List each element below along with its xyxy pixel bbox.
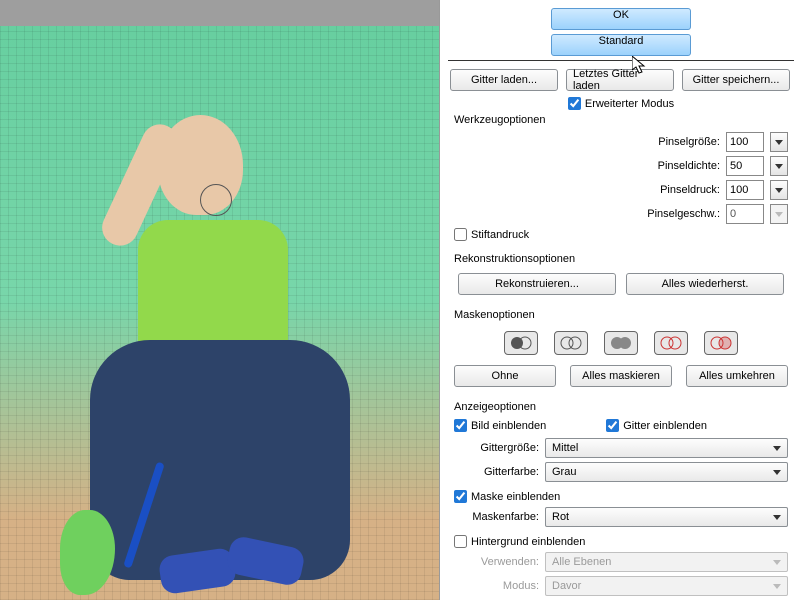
mask-none-button[interactable]: Ohne [454, 365, 556, 387]
brush-density-label: Pinseldichte: [625, 160, 720, 172]
preview-header [0, 0, 439, 26]
grid-color-select[interactable]: Grau [545, 462, 788, 482]
brush-size-dropdown[interactable] [770, 132, 788, 152]
reconstruct-button[interactable]: Rekonstruieren... [458, 273, 616, 295]
brush-density-input[interactable] [726, 156, 764, 176]
ok-button[interactable]: OK [551, 8, 691, 30]
advanced-mode-checkbox[interactable]: Erweiterter Modus [568, 97, 674, 110]
reconstruction-heading: Rekonstruktionsoptionen [448, 251, 794, 269]
brush-rate-dropdown [770, 204, 788, 224]
show-image-label: Bild einblenden [471, 420, 546, 432]
grid-load-button[interactable]: Gitter laden... [450, 69, 558, 91]
brush-cursor-circle [200, 184, 232, 216]
grid-size-label: Gittergröße: [454, 442, 539, 454]
preview-image[interactable] [0, 26, 439, 600]
standard-button[interactable]: Standard [551, 34, 691, 56]
show-grid-label: Gitter einblenden [623, 420, 707, 432]
pen-pressure-checkbox[interactable]: Stiftandruck [454, 228, 529, 241]
restore-all-button[interactable]: Alles wiederherst. [626, 273, 784, 295]
brush-rate-input [726, 204, 764, 224]
mask-mode-replace-icon[interactable] [504, 331, 538, 355]
show-mask-checkbox[interactable]: Maske einblenden [454, 490, 560, 503]
show-mask-label: Maske einblenden [471, 491, 560, 503]
mode-label: Modus: [454, 580, 539, 592]
display-options-heading: Anzeigeoptionen [448, 399, 794, 417]
grid-size-select[interactable]: Mittel [545, 438, 788, 458]
show-background-checkbox[interactable]: Hintergrund einblenden [454, 535, 585, 548]
grid-color-label: Gitterfarbe: [454, 466, 539, 478]
show-background-label: Hintergrund einblenden [471, 536, 585, 548]
preview-pane[interactable] [0, 0, 440, 600]
brush-pressure-label: Pinseldruck: [625, 184, 720, 196]
mask-options-heading: Maskenoptionen [448, 307, 794, 325]
brush-size-label: Pinselgröße: [625, 136, 720, 148]
advanced-mode-label: Erweiterter Modus [585, 98, 674, 110]
subject-silhouette [70, 80, 370, 600]
mask-mode-subtract-icon[interactable] [604, 331, 638, 355]
mask-invert-button[interactable]: Alles umkehren [686, 365, 788, 387]
mask-color-select[interactable]: Rot [545, 507, 788, 527]
use-label: Verwenden: [454, 556, 539, 568]
use-select: Alle Ebenen [545, 552, 788, 572]
grid-save-button[interactable]: Gitter speichern... [682, 69, 790, 91]
mask-mode-add-icon[interactable] [554, 331, 588, 355]
brush-size-input[interactable] [726, 132, 764, 152]
mask-all-button[interactable]: Alles maskieren [570, 365, 672, 387]
pen-pressure-label: Stiftandruck [471, 229, 529, 241]
brush-pressure-input[interactable] [726, 180, 764, 200]
show-grid-checkbox[interactable]: Gitter einblenden [606, 419, 707, 432]
show-image-checkbox[interactable]: Bild einblenden [454, 419, 546, 432]
mask-mode-intersect-icon[interactable] [654, 331, 688, 355]
tool-options-heading: Werkzeugoptionen [448, 112, 794, 130]
mask-mode-invert-icon[interactable] [704, 331, 738, 355]
mask-color-label: Maskenfarbe: [454, 511, 539, 523]
mode-select: Davor [545, 576, 788, 596]
brush-pressure-dropdown[interactable] [770, 180, 788, 200]
brush-rate-label: Pinselgeschw.: [625, 208, 720, 220]
grid-load-last-button[interactable]: Letztes Gitter laden [566, 69, 674, 91]
brush-density-dropdown[interactable] [770, 156, 788, 176]
options-panel: OK Standard Gitter laden... Letztes Gitt… [440, 0, 800, 600]
